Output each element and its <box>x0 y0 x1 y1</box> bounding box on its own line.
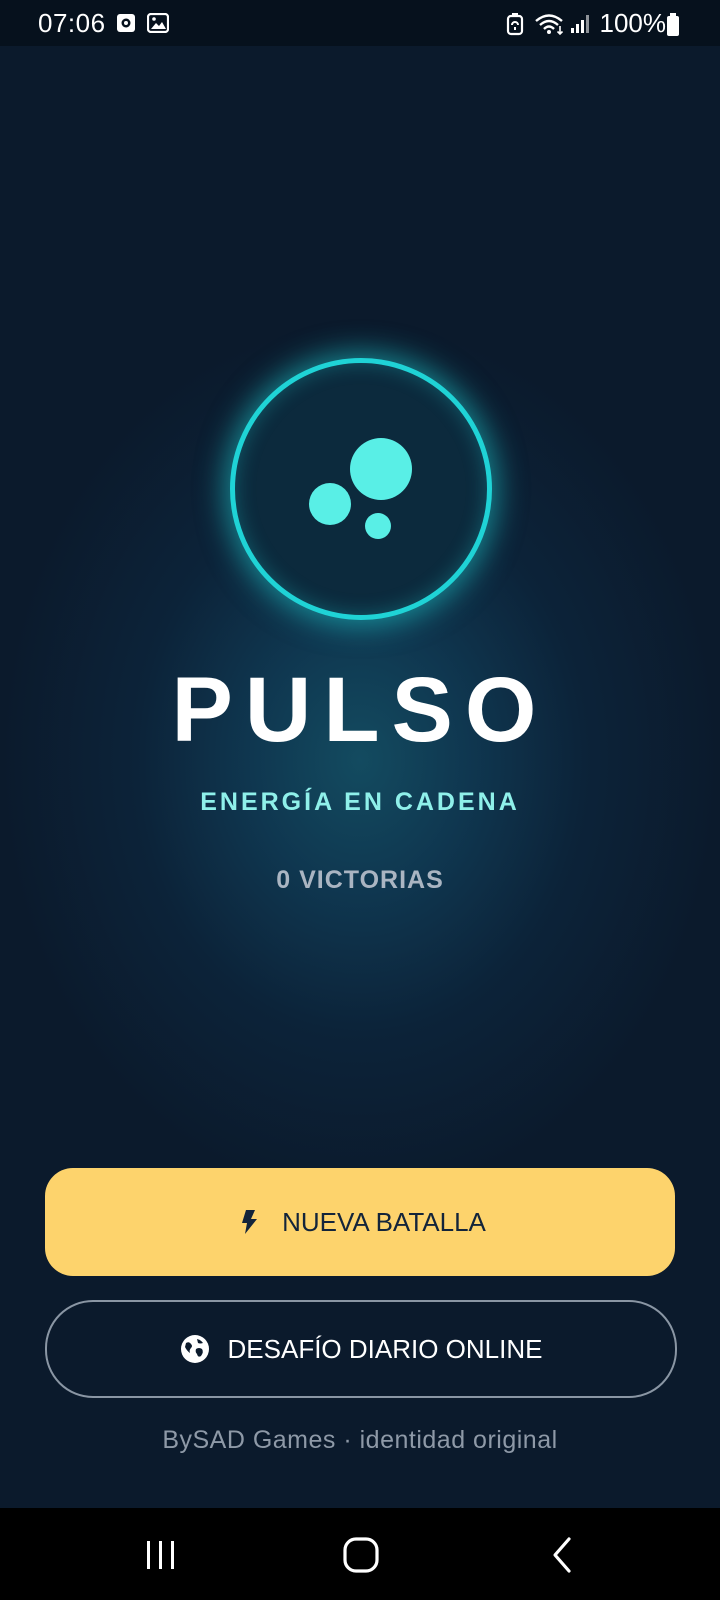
logo-dot-medium <box>309 483 351 525</box>
battery-percentage: 100% <box>599 8 667 38</box>
notification-icon <box>116 13 136 38</box>
logo-dot-small <box>365 513 391 539</box>
recent-apps-icon[interactable] <box>136 1530 186 1580</box>
new-battle-label: NUEVA BATALLA <box>282 1206 486 1237</box>
back-icon[interactable] <box>538 1530 588 1580</box>
home-icon[interactable] <box>336 1530 386 1580</box>
battery-saver-icon <box>506 12 524 41</box>
screen: 07:06 100% PULSO ENERGÍA EN CADENA 0 VIC… <box>0 0 720 1600</box>
victories-count: 0 VICTORIAS <box>276 866 444 894</box>
wifi-icon <box>534 12 566 41</box>
footer-credit: BySAD Games · identidad original <box>162 1426 558 1454</box>
app-title: PULSO <box>171 659 549 761</box>
bolt-icon <box>234 1207 264 1237</box>
status-time: 07:06 <box>38 8 106 38</box>
globe-icon <box>180 1334 210 1364</box>
daily-challenge-button[interactable]: DESAFÍO DIARIO ONLINE <box>45 1300 677 1398</box>
gallery-icon <box>146 12 170 38</box>
app-logo <box>230 358 492 620</box>
logo-dot-large <box>350 438 412 500</box>
app-subtitle: ENERGÍA EN CADENA <box>200 788 520 816</box>
signal-icon <box>570 14 590 39</box>
status-bar: 07:06 100% <box>0 0 720 46</box>
daily-challenge-label: DESAFÍO DIARIO ONLINE <box>227 1333 543 1364</box>
navigation-bar <box>0 1508 720 1600</box>
new-battle-button[interactable]: NUEVA BATALLA <box>45 1168 675 1276</box>
battery-icon <box>666 13 680 42</box>
